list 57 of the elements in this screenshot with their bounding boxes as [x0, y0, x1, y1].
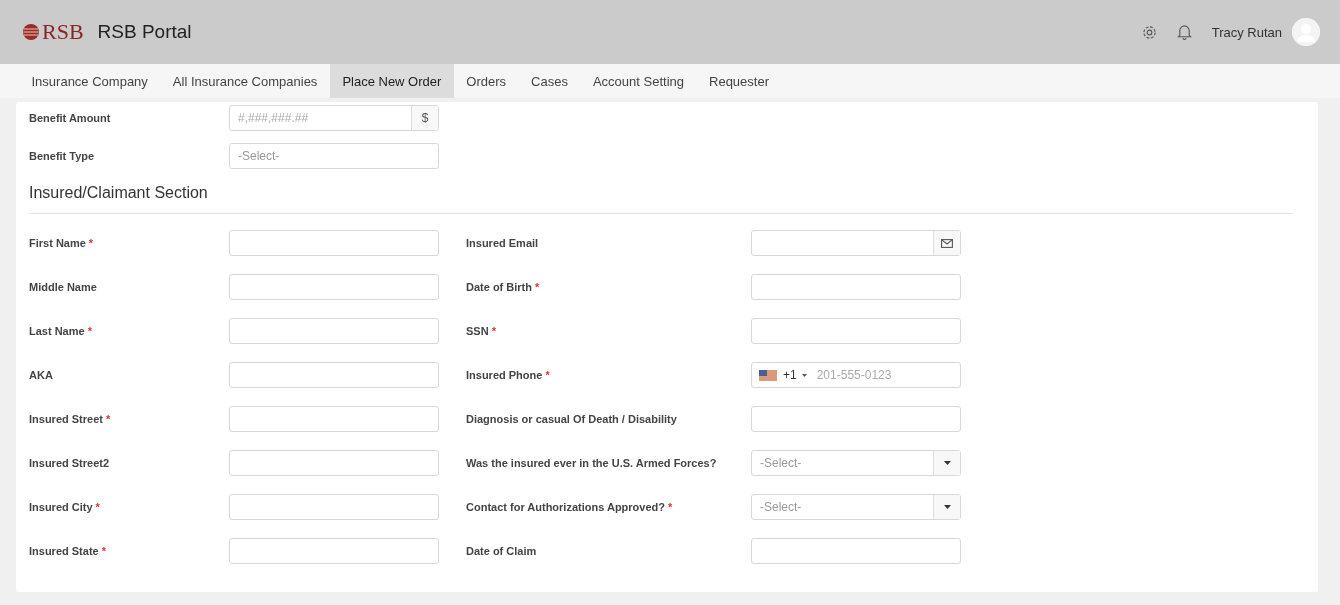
settings-icon[interactable] [1141, 24, 1157, 40]
caret-icon [943, 461, 951, 465]
field-label: Insured Phone * [466, 369, 550, 381]
field-label: Contact for Authorizations Approved? * [466, 501, 673, 513]
text-field[interactable] [229, 362, 439, 388]
section-title: Insured/Claimant Section [29, 184, 1293, 214]
notification-bell-icon[interactable] [1176, 24, 1192, 40]
field-label: Insured Email [466, 237, 539, 249]
user-name[interactable]: Tracy Rutan [1211, 24, 1282, 40]
amount-field[interactable]: #,###,###.## $ [229, 105, 439, 131]
field-label: Was the insured ever in the U.S. Armed Forces? [466, 457, 717, 469]
field-label: Middle Name [29, 281, 97, 293]
text-field[interactable] [751, 318, 961, 344]
phone-number-input[interactable]: 201-555-0123 [812, 363, 960, 387]
text-field[interactable] [229, 538, 439, 564]
field-label: AKA [29, 369, 53, 381]
field-label: Insured City * [29, 501, 100, 513]
caret-icon [943, 505, 951, 509]
email-field[interactable] [751, 230, 961, 256]
field-label: Insured State * [29, 545, 106, 557]
caret-icon [801, 373, 807, 377]
nav-tab[interactable]: Place New Order [329, 64, 454, 98]
field-label: Date of Birth * [466, 281, 540, 293]
text-field[interactable] [751, 406, 961, 432]
field-label: Date of Claim [466, 545, 537, 557]
text-field[interactable] [229, 450, 439, 476]
phone-field[interactable]: +1 201-555-0123 [751, 362, 961, 388]
field-label: First Name * [29, 237, 94, 249]
nav-tab[interactable]: Insurance Company [19, 64, 161, 98]
flag-icon [759, 369, 777, 381]
field-label: Benefit Amount [29, 112, 111, 124]
currency-addon: $ [411, 106, 438, 130]
country-code[interactable]: +1 [783, 368, 797, 382]
nav-tab[interactable]: All Insurance Companies [160, 64, 330, 98]
logo-text: RSB [42, 19, 84, 45]
text-field[interactable] [229, 274, 439, 300]
field-label: SSN * [466, 325, 496, 337]
nav-tab[interactable]: Requester [696, 64, 782, 98]
field-label: Diagnosis or casual Of Death / Disability [466, 413, 677, 425]
text-field[interactable] [751, 274, 961, 300]
field-label: Last Name * [29, 325, 92, 337]
field-label: Insured Street * [29, 413, 111, 425]
envelope-icon [941, 238, 953, 248]
portal-title: RSB Portal [97, 21, 192, 43]
text-field[interactable] [229, 406, 439, 432]
nav-tab[interactable]: Orders [453, 64, 519, 98]
nav-tab[interactable]: Cases [518, 64, 581, 98]
field-label: Benefit Type [29, 150, 95, 162]
globe-logo-icon [22, 23, 40, 41]
nav-tab[interactable]: Account Setting [580, 64, 697, 98]
amount-input[interactable]: #,###,###.## [230, 106, 411, 130]
text-field[interactable] [229, 318, 439, 344]
text-field[interactable] [229, 494, 439, 520]
text-field[interactable] [229, 230, 439, 256]
field-label: Insured Street2 [29, 457, 110, 469]
text-field[interactable] [751, 538, 961, 564]
avatar-icon[interactable] [1292, 18, 1320, 46]
